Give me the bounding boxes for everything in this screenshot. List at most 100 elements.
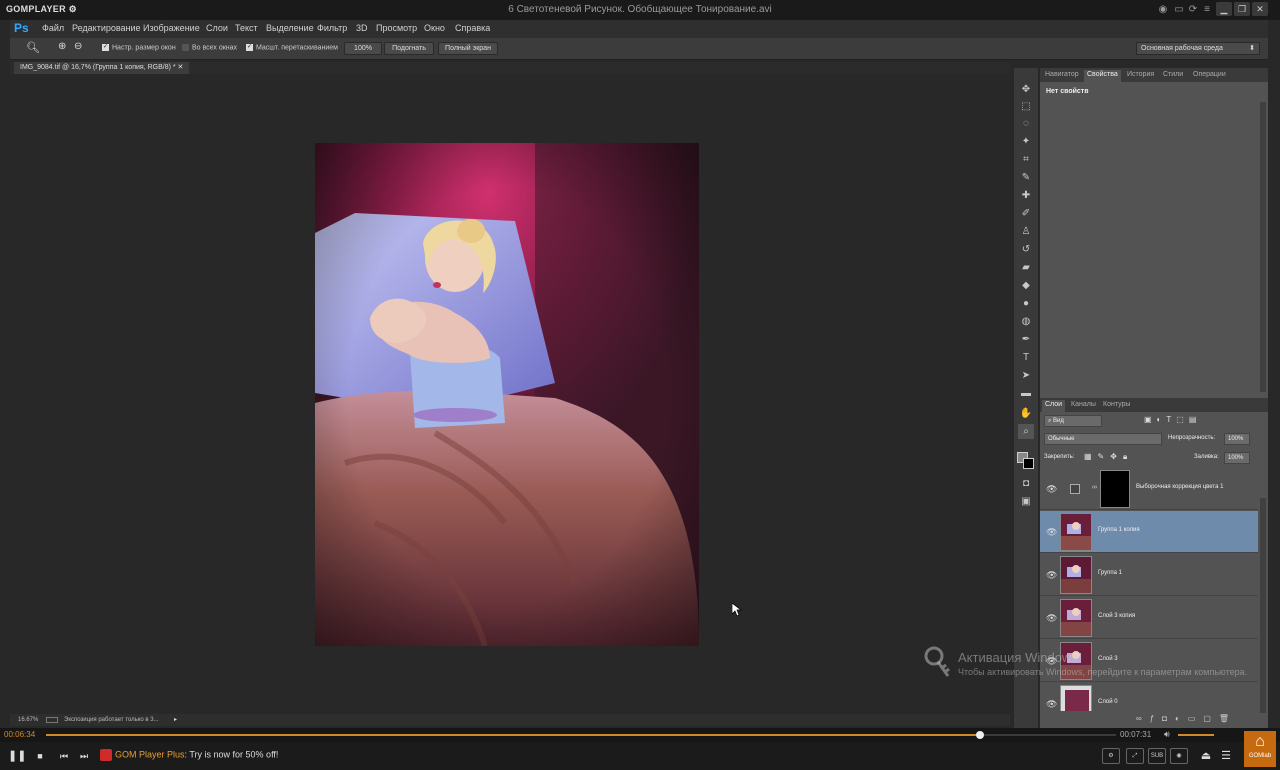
type-tool-icon[interactable]: T (1018, 350, 1034, 365)
menu-3d[interactable]: 3D (356, 23, 368, 33)
tab-history[interactable]: История (1124, 70, 1157, 82)
document-tab[interactable]: IMG_9084.tif @ 16,7% (Группа 1 копия, RG… (14, 62, 190, 74)
fill-input[interactable]: 100% (1224, 452, 1250, 464)
screen-mode-icon[interactable]: ▭ (1172, 3, 1186, 17)
sync-icon[interactable]: ⟳ (1186, 3, 1200, 17)
move-tool-icon[interactable]: ✥ (1018, 82, 1034, 97)
settings-button[interactable]: ⚙ (1102, 748, 1120, 764)
layer-actions-icons[interactable]: ∞ƒ◘◐▭▢🗑︎ (1136, 714, 1237, 723)
pen-tool-icon[interactable]: ✒ (1018, 332, 1034, 347)
blend-mode-dropdown[interactable]: Обычные (1044, 433, 1162, 445)
blur-tool-icon[interactable]: ● (1018, 296, 1034, 311)
menu-layers[interactable]: Слои (206, 23, 228, 33)
status-zoom[interactable]: 16.67% (18, 714, 38, 726)
layer-row[interactable]: 👁︎ Слой 3 копия (1040, 597, 1258, 639)
lasso-tool-icon[interactable]: ◌ (1018, 116, 1034, 131)
gomlab-button[interactable]: ⌂ GOMlab (1244, 731, 1276, 767)
aspect-button[interactable]: ⤢ (1126, 748, 1144, 764)
eye-icon[interactable]: 👁︎ (1046, 613, 1057, 624)
layer-row[interactable]: 👁︎ Группа 1 (1040, 554, 1258, 596)
promo-banner[interactable]: GOM Player Plus: Try is now for 50% off! (100, 749, 278, 761)
tab-properties[interactable]: Свойства (1084, 70, 1121, 82)
close-tab-icon[interactable]: ✕ (178, 64, 184, 71)
paint-bucket-tool-icon[interactable]: ◆ (1018, 278, 1034, 293)
eye-icon[interactable]: 👁︎ (1046, 527, 1057, 538)
clone-stamp-tool-icon[interactable]: ♙ (1018, 224, 1034, 239)
opacity-input[interactable]: 100% (1224, 433, 1250, 445)
playlist-menu-icon[interactable]: ☰ (1218, 748, 1234, 764)
path-select-tool-icon[interactable]: ➤ (1018, 368, 1034, 383)
close-button[interactable]: ✕ (1252, 2, 1268, 16)
status-arrow-icon[interactable]: ▸ (174, 714, 177, 726)
layer-row[interactable]: 👁︎ Слой 0 (1040, 683, 1258, 711)
document-photo[interactable] (315, 143, 699, 646)
scrubby-zoom-checkbox[interactable]: ✓ Масшт. перетаскиванием (246, 44, 338, 51)
screen-mode-icon[interactable]: ▣ (1018, 494, 1034, 509)
menu-select[interactable]: Выделение (266, 23, 314, 33)
volume-icon[interactable]: 🔊︎ (1164, 729, 1170, 740)
history-brush-tool-icon[interactable]: ↺ (1018, 242, 1034, 257)
menu-edit[interactable]: Редактирование (72, 23, 141, 33)
seek-track[interactable] (46, 731, 1116, 739)
subtitle-button[interactable]: SUB (1148, 748, 1166, 764)
eye-icon[interactable]: 👁︎ (1046, 484, 1057, 495)
pin-icon[interactable]: ◉ (1156, 3, 1170, 17)
menu-filter[interactable]: Фильтр (317, 23, 347, 33)
tab-actions[interactable]: Операции (1190, 70, 1229, 82)
workspace-select[interactable]: Основная рабочая среда ⬍ (1136, 42, 1260, 55)
marquee-tool-icon[interactable]: ⬚ (1018, 99, 1034, 114)
tab-paths[interactable]: Контуры (1100, 400, 1133, 412)
lock-icons[interactable]: ▦✎✥🔒︎ (1084, 452, 1133, 462)
zoom-in-icon[interactable]: ⊕ (58, 41, 66, 52)
all-windows-checkbox[interactable]: Во всех окнах (182, 44, 237, 51)
eye-icon[interactable]: 👁︎ (1046, 570, 1057, 581)
healing-brush-tool-icon[interactable]: ✚ (1018, 188, 1034, 203)
menu-file[interactable]: Файл (42, 23, 64, 33)
background-color-swatch[interactable] (1023, 458, 1034, 469)
dodge-tool-icon[interactable]: ◍ (1018, 314, 1034, 329)
tab-layers[interactable]: Слои (1042, 400, 1066, 412)
kind-filter-dropdown[interactable]: ⌕ Вид (1044, 415, 1102, 427)
previous-button[interactable]: ⏮︎ (56, 748, 72, 764)
menu-help[interactable]: Справка (455, 23, 490, 33)
tab-styles[interactable]: Стили (1160, 70, 1186, 82)
menu-view[interactable]: Просмотр (376, 23, 417, 33)
menu-type[interactable]: Текст (235, 23, 258, 33)
layer-mask-thumbnail[interactable] (1100, 470, 1130, 508)
tray-icon[interactable]: ≡ (1200, 3, 1214, 17)
zoom-out-icon[interactable]: ⊖ (74, 41, 82, 52)
layers-scrollbar[interactable] (1260, 498, 1266, 713)
tab-channels[interactable]: Каналы (1068, 400, 1099, 412)
filter-type-icons[interactable]: ▣◐T⬚▤ (1144, 415, 1201, 424)
hand-tool-icon[interactable]: ✋ (1018, 406, 1034, 421)
properties-scrollbar[interactable] (1260, 102, 1266, 392)
zoom-100-button[interactable]: 100% (344, 42, 382, 55)
maximize-button[interactable]: ❐ (1234, 2, 1250, 16)
zoom-tool-active-icon[interactable]: ⌕ (1018, 424, 1034, 439)
screenshot-button[interactable]: ◉ (1170, 748, 1188, 764)
layer-row[interactable]: 👁︎ ∞ Выборочная коррекция цвета 1 (1040, 468, 1258, 510)
minimize-button[interactable]: ▁ (1216, 2, 1232, 16)
resize-windows-checkbox[interactable]: ✓ Настр. размер окон (102, 44, 176, 51)
fit-screen-button[interactable]: Подогнать (384, 42, 434, 55)
quick-mask-icon[interactable]: ◘ (1018, 476, 1034, 491)
stop-button[interactable]: ■ (32, 748, 48, 764)
menu-image[interactable]: Изображение (143, 23, 200, 33)
menu-window[interactable]: Окно (424, 23, 445, 33)
pause-button[interactable]: ❚❚ (8, 748, 26, 764)
eraser-tool-icon[interactable]: ▰ (1018, 260, 1034, 275)
fill-screen-button[interactable]: Полный экран (438, 42, 498, 55)
layer-row[interactable]: 👁︎ Группа 1 копия (1040, 511, 1258, 553)
zoom-tool-icon[interactable]: 🔍︎ (26, 41, 40, 54)
eject-icon[interactable]: ⏏ (1198, 748, 1214, 764)
quick-select-tool-icon[interactable]: ✦ (1018, 134, 1034, 149)
eye-icon[interactable]: 👁︎ (1046, 699, 1057, 710)
eyedropper-tool-icon[interactable]: ✎ (1018, 170, 1034, 185)
tab-navigator[interactable]: Навигатор (1042, 70, 1082, 82)
crop-tool-icon[interactable]: ⌗ (1018, 152, 1034, 167)
brush-tool-icon[interactable]: ✐ (1018, 206, 1034, 221)
next-button[interactable]: ⏭︎ (76, 748, 92, 764)
seek-handle[interactable] (976, 731, 985, 739)
shape-tool-icon[interactable]: ▬ (1018, 386, 1034, 401)
volume-slider[interactable] (1178, 734, 1214, 736)
